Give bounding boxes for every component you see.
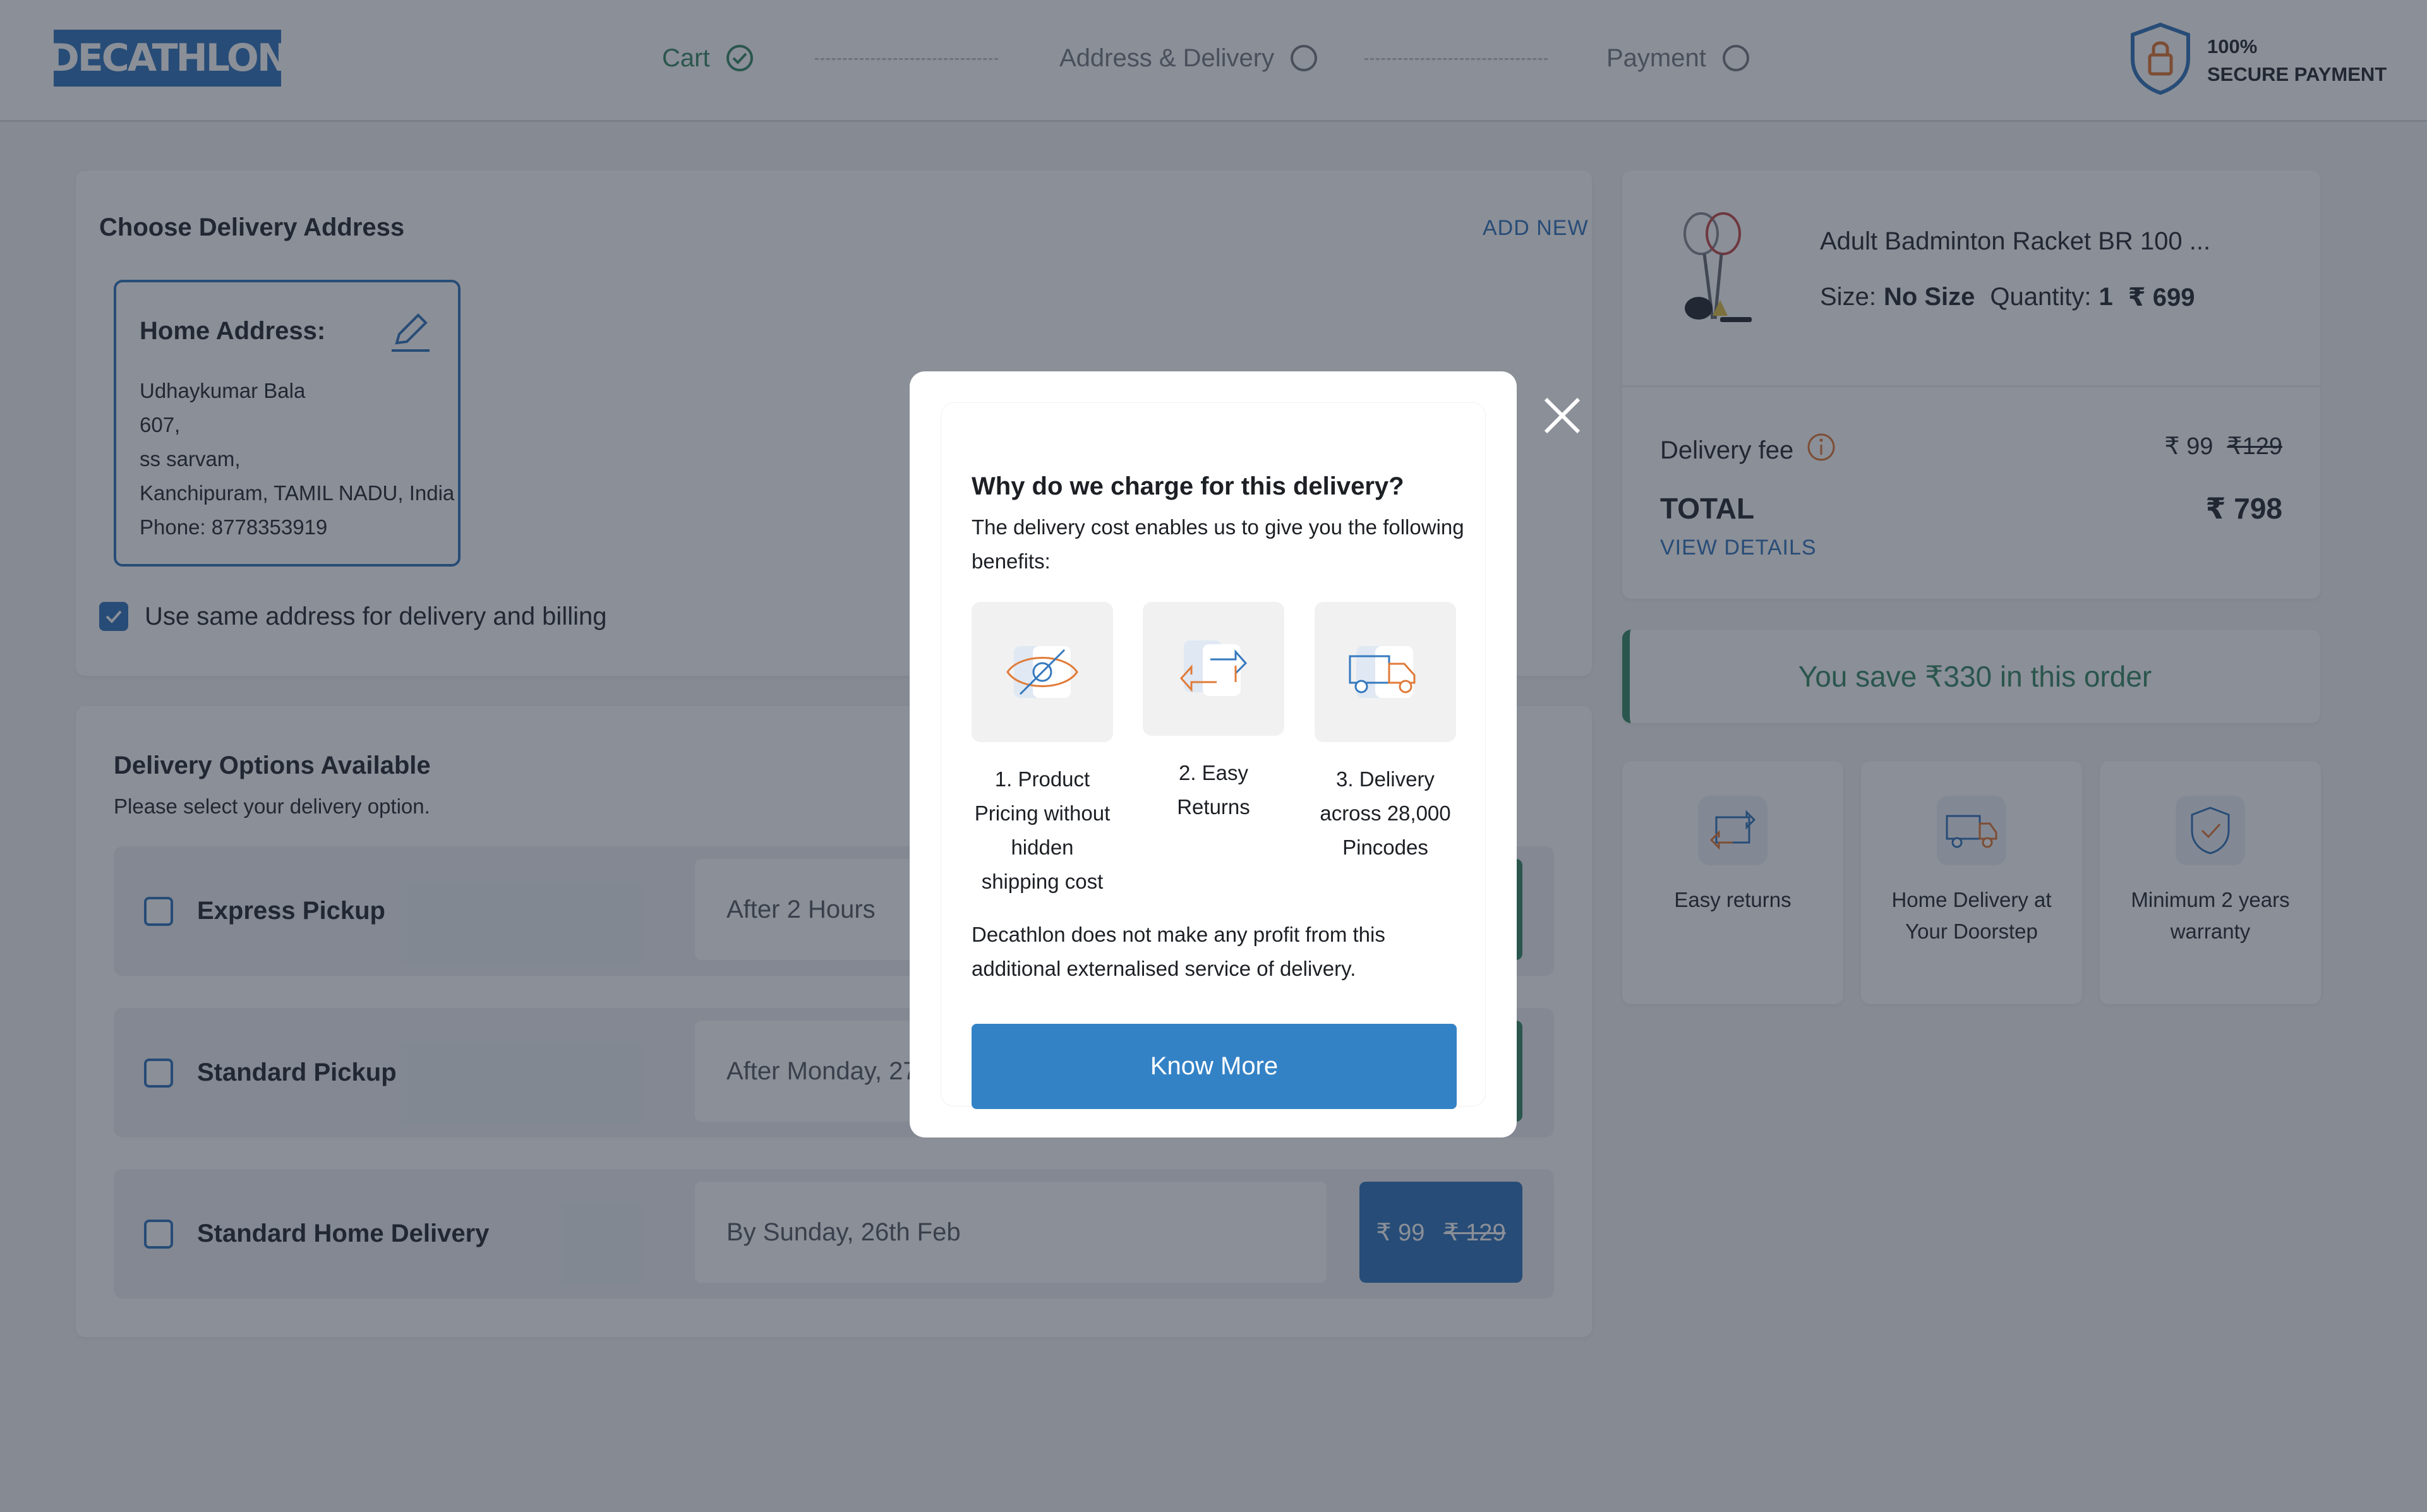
benefit-label: 3. Delivery across 28,000 Pincodes	[1320, 767, 1451, 859]
modal-description: The delivery cost enables us to give you…	[972, 515, 1464, 573]
benefit-easy-returns: 2. Easy Returns	[1141, 602, 1286, 824]
hidden-eye-icon	[972, 602, 1113, 742]
benefit-label: 2. Easy Returns	[1177, 761, 1250, 819]
delivery-truck-icon	[1315, 602, 1456, 742]
close-icon	[1542, 395, 1582, 439]
benefit-delivery-coverage: 3. Delivery across 28,000 Pincodes	[1313, 602, 1458, 865]
returns-icon	[1143, 602, 1284, 736]
know-more-button[interactable]: Know More	[972, 1024, 1457, 1109]
modal-content: Why do we charge for this delivery? The …	[941, 403, 1485, 1109]
benefit-pricing: 1. Product Pricing without hidden shippi…	[970, 602, 1115, 899]
delivery-charge-modal: Why do we charge for this delivery? The …	[910, 371, 1517, 1137]
close-modal-button[interactable]	[1540, 395, 1584, 439]
modal-note: Decathlon does not make any profit from …	[972, 923, 1385, 980]
modal-title: Why do we charge for this delivery?	[972, 472, 1404, 500]
benefit-label: 1. Product Pricing without hidden shippi…	[974, 767, 1111, 893]
